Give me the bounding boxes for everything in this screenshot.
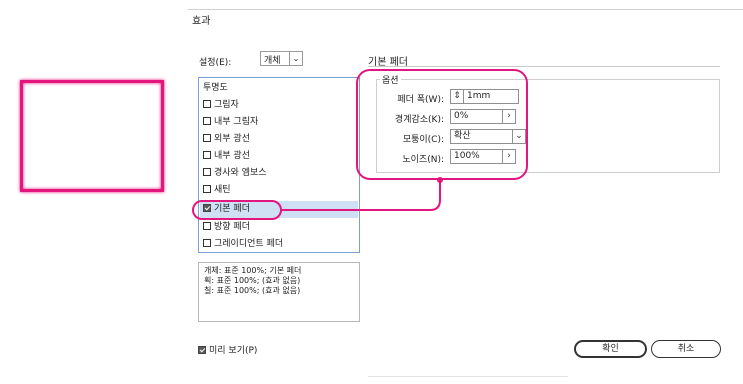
cancel-button[interactable]: 취소 [651,340,721,358]
list-item-label: 그레이디언트 페더 [214,239,284,249]
checkbox[interactable] [203,222,211,230]
preview-toggle[interactable]: 미리 보기(P) [198,343,257,356]
ok-button[interactable]: 확인 [574,340,647,358]
dialog-title: 효과 [192,16,211,27]
list-item-inner-glow[interactable]: 내부 광선 [200,148,358,165]
basic-feather-callout-highlight [192,200,282,220]
summary-line-stroke: 획: 표준 100%; (효과 없음) [204,276,301,285]
bottom-divider [368,376,568,377]
section-divider [368,66,720,67]
list-item-gradient-feather[interactable]: 그레이디언트 페더 [200,236,358,253]
checkbox[interactable] [203,151,211,159]
summary-line-object: 개체: 표준 100%; 기본 페더 [204,266,302,275]
list-item-label: 새틴 [214,185,231,195]
checkbox[interactable] [203,239,211,247]
checkbox[interactable] [203,100,211,108]
preview-checkbox[interactable] [198,346,206,354]
preview-label: 미리 보기(P) [209,346,258,356]
list-item-inner-shadow[interactable]: 내부 그림자 [200,114,358,131]
list-item-label: 방향 페더 [214,222,250,232]
summary-line-fill: 칠: 표준 100%; (효과 없음) [204,286,301,295]
options-callout-highlight [356,69,528,180]
list-item-label: 경사와 엠보스 [214,168,267,178]
checkbox[interactable] [203,185,211,193]
list-item-transparency[interactable]: 투명도 [200,80,358,97]
checkbox[interactable] [203,168,211,176]
callout-connector-line [282,177,443,211]
list-item-label: 투명도 [203,83,228,93]
list-item-label: 내부 광선 [214,151,250,161]
list-item-directional-feather[interactable]: 방향 페더 [200,219,358,236]
list-item-label: 그림자 [214,100,239,110]
checkbox[interactable] [203,134,211,142]
dialog-top-border [188,9,743,10]
list-item-outer-glow[interactable]: 외부 광선 [200,131,358,148]
list-item-label: 외부 광선 [214,134,250,144]
feathered-frame-preview [20,80,164,192]
list-item-label: 내부 그림자 [214,117,259,127]
checkbox[interactable] [203,117,211,125]
list-item-drop-shadow[interactable]: 그림자 [200,97,358,114]
effects-summary: 개체: 표준 100%; 기본 페더 획: 표준 100%; (효과 없음) 칠… [198,262,360,322]
settings-label: 설정(E): [199,58,232,68]
effects-list: 투명도 그림자 내부 그림자 외부 광선 내부 광선 경사와 엠보스 새틴 기본… [198,77,360,253]
chevron-down-icon[interactable]: ⌄ [289,51,303,66]
